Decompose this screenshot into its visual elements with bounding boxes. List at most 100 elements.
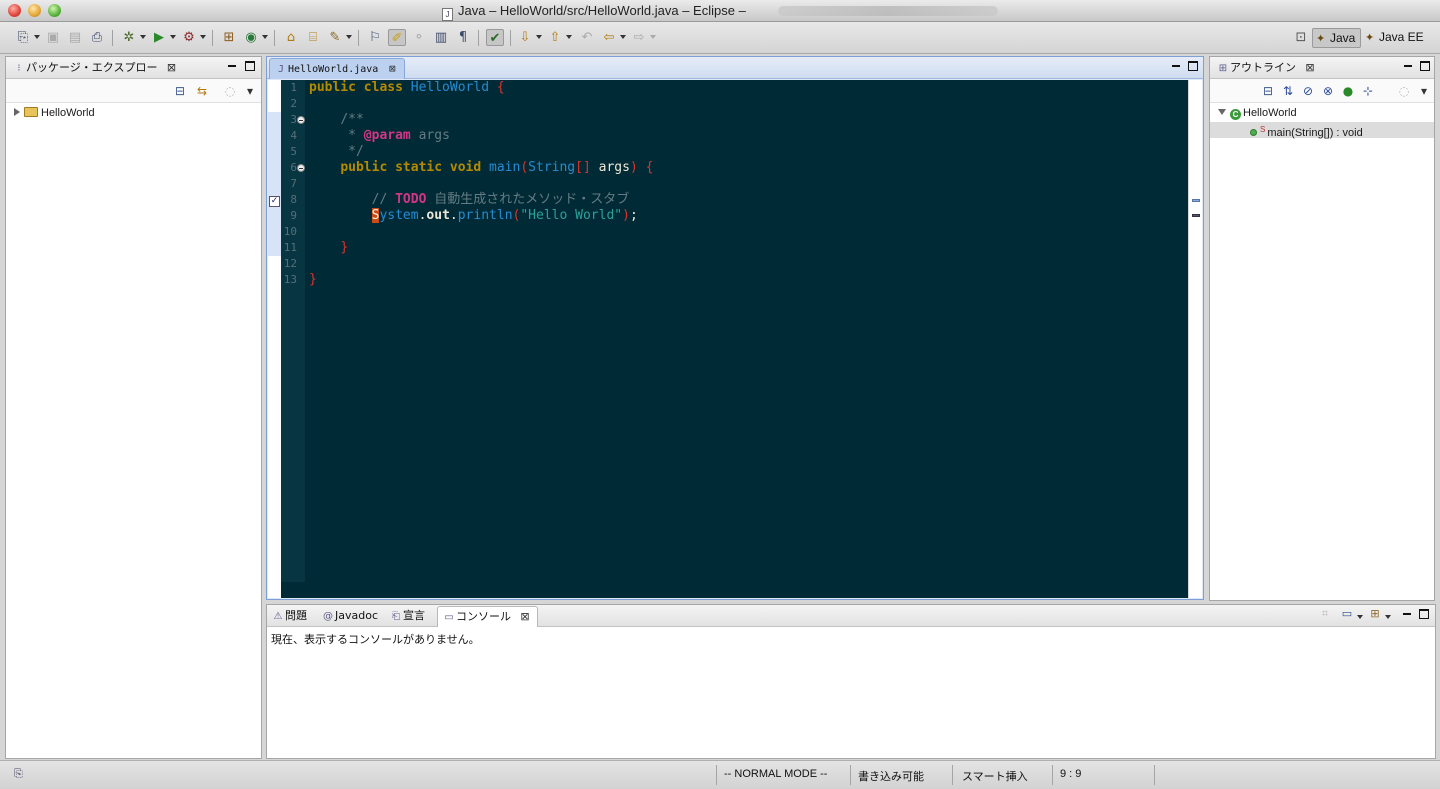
block-selection-icon[interactable]: ⚬ bbox=[410, 29, 428, 46]
hide-local-types-icon[interactable]: ⊹ bbox=[1360, 83, 1376, 99]
overview-task-marker[interactable] bbox=[1192, 199, 1200, 202]
tab-javadoc[interactable]: @ Javadoc bbox=[317, 606, 384, 627]
run-dropdown-icon[interactable] bbox=[170, 35, 176, 39]
window-minimize-button[interactable] bbox=[28, 4, 41, 17]
ruler-highlight bbox=[268, 128, 281, 144]
tab-outline[interactable]: ⊞ アウトライン ⊠ bbox=[1212, 58, 1322, 79]
new-class-dropdown-icon[interactable] bbox=[262, 35, 268, 39]
new-dropdown-icon[interactable] bbox=[34, 35, 40, 39]
maximize-editor-button[interactable] bbox=[1188, 61, 1198, 71]
minimize-view-button[interactable] bbox=[1402, 60, 1414, 72]
next-annotation-dropdown-icon[interactable] bbox=[536, 35, 542, 39]
close-icon[interactable]: ⊠ bbox=[1304, 58, 1316, 78]
mark-occurrences-icon[interactable]: ✐ bbox=[388, 29, 406, 46]
link-with-editor-icon[interactable]: ⇆ bbox=[194, 83, 210, 99]
forward-dropdown-icon[interactable] bbox=[650, 35, 656, 39]
print-icon[interactable]: ⎙ bbox=[88, 29, 106, 46]
open-perspective-icon[interactable]: ⊡ bbox=[1292, 29, 1310, 46]
line-number: 8 bbox=[290, 193, 297, 206]
maximize-view-button[interactable] bbox=[1419, 609, 1429, 619]
forward-icon[interactable]: ⇨ bbox=[630, 29, 648, 46]
hide-fields-icon[interactable]: ⊘ bbox=[1300, 83, 1316, 99]
focus-task-icon[interactable]: ◌ bbox=[222, 83, 238, 99]
new-java-package-icon[interactable]: ⊞ bbox=[220, 29, 238, 46]
open-task-icon[interactable]: ⌸ bbox=[304, 29, 322, 46]
outline-item-method[interactable]: Smain(String[]) : void bbox=[1210, 122, 1434, 139]
previous-annotation-dropdown-icon[interactable] bbox=[566, 35, 572, 39]
tab-package-explorer[interactable]: ⁝ パッケージ・エクスプロー ⊠ bbox=[8, 58, 183, 79]
external-tools-dropdown-icon[interactable] bbox=[200, 35, 206, 39]
maximize-view-button[interactable] bbox=[1420, 61, 1430, 71]
vim-mode-status: -- NORMAL MODE -- bbox=[724, 768, 828, 780]
minimize-view-button[interactable] bbox=[1401, 608, 1413, 620]
open-console-icon[interactable]: ⊞ bbox=[1369, 608, 1381, 620]
line-number: 3 bbox=[290, 113, 297, 126]
collapse-all-icon[interactable]: ⊟ bbox=[1260, 83, 1276, 99]
vim-plugin-icon[interactable]: ✔ bbox=[486, 29, 504, 46]
code-line: } bbox=[340, 240, 349, 255]
line-number-ruler: 1 2 3 4 5 6 7 8 9 10 11 12 13 bbox=[281, 80, 305, 582]
line-number: 7 bbox=[290, 177, 297, 190]
overview-line-marker[interactable] bbox=[1192, 214, 1200, 217]
hide-static-icon[interactable]: ⊗ bbox=[1320, 83, 1336, 99]
tree-item-helloworld-project[interactable]: HelloWorld bbox=[14, 105, 95, 121]
tab-console[interactable]: ▭ コンソール ⊠ bbox=[437, 606, 538, 627]
public-method-icon bbox=[1250, 129, 1257, 136]
focus-task-icon[interactable]: ◌ bbox=[1396, 83, 1412, 99]
debug-icon[interactable]: ✲ bbox=[120, 29, 138, 46]
tab-helloworld-java[interactable]: J HelloWorld.java ⊠ bbox=[269, 58, 406, 79]
search-icon[interactable]: ✎ bbox=[326, 29, 344, 46]
next-annotation-icon[interactable]: ⇩ bbox=[516, 29, 534, 46]
tab-declaration[interactable]: ⎗ 宣言 bbox=[385, 606, 431, 627]
outline-item-class[interactable]: C HelloWorld bbox=[1210, 105, 1434, 121]
last-edit-location-icon[interactable]: ↶ bbox=[578, 29, 596, 46]
minimize-editor-button[interactable] bbox=[1170, 60, 1182, 72]
collapse-arrow-icon[interactable] bbox=[1218, 109, 1226, 115]
run-icon[interactable]: ▶ bbox=[150, 29, 168, 46]
paragraph-icon[interactable]: ¶ bbox=[454, 29, 472, 46]
perspective-java[interactable]: ✦ Java bbox=[1312, 28, 1362, 48]
previous-annotation-icon[interactable]: ⇧ bbox=[546, 29, 564, 46]
minimize-view-button[interactable] bbox=[226, 60, 238, 72]
fold-collapse-icon[interactable] bbox=[297, 164, 305, 172]
close-icon[interactable]: ⊠ bbox=[519, 607, 531, 627]
task-marker-icon[interactable]: ✓ bbox=[269, 196, 280, 207]
window-close-button[interactable] bbox=[8, 4, 21, 17]
fold-collapse-icon[interactable] bbox=[297, 116, 305, 124]
close-icon[interactable]: ⊠ bbox=[165, 58, 177, 78]
ruler-highlight bbox=[268, 160, 281, 176]
open-type-icon[interactable]: ⌂ bbox=[282, 29, 300, 46]
toggle-ant-icon[interactable]: ⚐ bbox=[366, 29, 384, 46]
sort-icon[interactable]: ⇅ bbox=[1280, 83, 1296, 99]
expand-arrow-icon[interactable] bbox=[14, 108, 20, 116]
display-console-icon[interactable]: ▭ bbox=[1341, 608, 1353, 620]
tab-problems[interactable]: ⚠ 問題 bbox=[267, 606, 313, 627]
collapse-all-icon[interactable]: ⊟ bbox=[172, 83, 188, 99]
fast-view-icon[interactable]: ⎘ bbox=[14, 767, 30, 781]
window-title: J Java – HelloWorld/src/HelloWorld.java –… bbox=[442, 3, 746, 21]
window-zoom-button[interactable] bbox=[48, 4, 61, 17]
hide-non-public-icon[interactable]: ● bbox=[1340, 83, 1356, 99]
new-icon[interactable]: ⎘ bbox=[14, 29, 32, 46]
external-tools-icon[interactable]: ⚙ bbox=[180, 29, 198, 46]
display-console-dropdown-icon[interactable] bbox=[1357, 615, 1363, 619]
debug-dropdown-icon[interactable] bbox=[140, 35, 146, 39]
save-icon[interactable]: ▣ bbox=[44, 29, 62, 46]
bottom-panel: ⚠ 問題 @ Javadoc ⎗ 宣言 ▭ コンソール ⊠ ⌗ ▭ ⊞ 現在、表示するコン… bbox=[266, 604, 1436, 759]
overview-ruler[interactable] bbox=[1188, 80, 1202, 598]
code-text-area[interactable]: ✓ 1 2 3 4 5 6 7 8 9 10 11 12 13 public c… bbox=[268, 80, 1202, 598]
search-dropdown-icon[interactable] bbox=[346, 35, 352, 39]
ruler-highlight bbox=[268, 240, 281, 256]
back-dropdown-icon[interactable] bbox=[620, 35, 626, 39]
close-icon[interactable]: ⊠ bbox=[386, 59, 398, 79]
save-all-icon[interactable]: ▤ bbox=[66, 29, 84, 46]
view-menu-chevron-down-icon[interactable]: ▾ bbox=[1416, 83, 1432, 99]
show-whitespace-icon[interactable]: ▥ bbox=[432, 29, 450, 46]
new-java-class-icon[interactable]: ◉ bbox=[242, 29, 260, 46]
back-icon[interactable]: ⇦ bbox=[600, 29, 618, 46]
maximize-view-button[interactable] bbox=[245, 61, 255, 71]
perspective-java-ee[interactable]: ✦ Java EE bbox=[1362, 28, 1429, 48]
pin-console-icon[interactable]: ⌗ bbox=[1319, 608, 1331, 620]
open-console-dropdown-icon[interactable] bbox=[1385, 615, 1391, 619]
view-menu-chevron-down-icon[interactable]: ▾ bbox=[242, 83, 258, 99]
